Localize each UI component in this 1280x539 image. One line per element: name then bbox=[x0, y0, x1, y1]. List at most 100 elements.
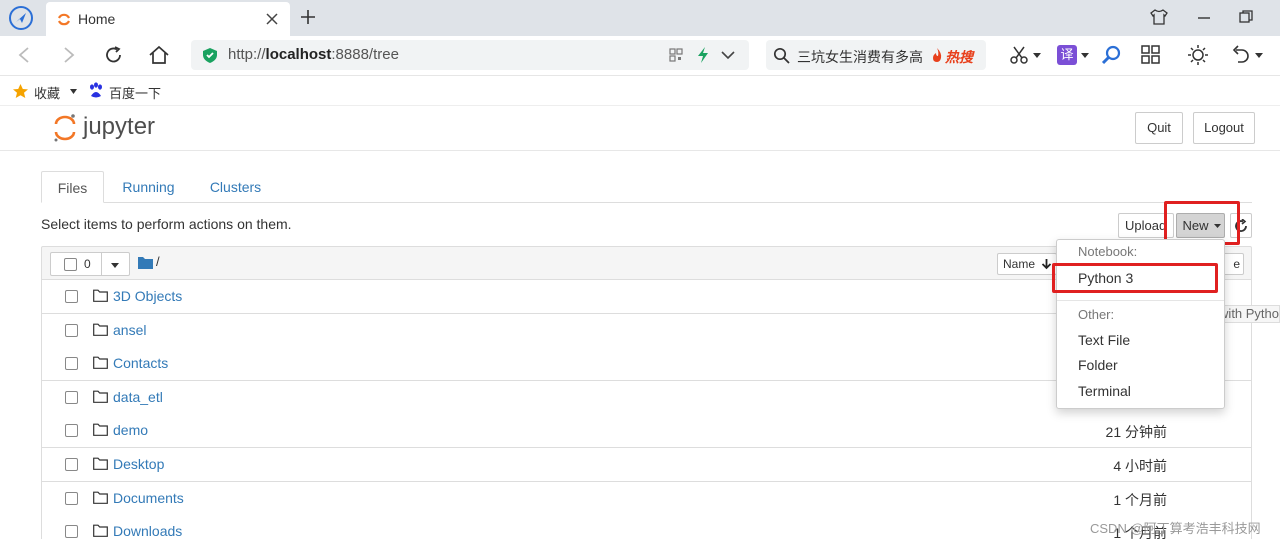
file-name-link[interactable]: Contacts bbox=[113, 355, 168, 371]
jupyter-header: jupyter Quit Logout bbox=[0, 107, 1280, 151]
select-all-checkbox[interactable] bbox=[64, 258, 77, 271]
folder-icon bbox=[93, 323, 108, 336]
file-name-link[interactable]: data_etl bbox=[113, 389, 163, 405]
row-checkbox[interactable] bbox=[65, 525, 78, 539]
bookmarks-bar: 收藏 百度一下 bbox=[0, 77, 1280, 106]
search-suggestion-text: 三坑女生消费有多高 bbox=[797, 49, 923, 65]
search-icon bbox=[773, 47, 790, 64]
navigation-compass-icon[interactable] bbox=[7, 5, 35, 31]
url-text: http://localhost:8888/tree bbox=[228, 46, 399, 63]
file-name-link[interactable]: ansel bbox=[113, 322, 146, 338]
row-checkbox[interactable] bbox=[65, 491, 78, 505]
menu-item-terminal[interactable]: Terminal bbox=[1057, 379, 1224, 403]
row-checkbox[interactable] bbox=[65, 424, 78, 438]
folder-icon bbox=[93, 457, 108, 470]
navigation-bar: http://localhost:8888/tree 三坑女生消费有多高 热搜 … bbox=[0, 36, 1280, 76]
apps-grid-icon[interactable] bbox=[1141, 45, 1161, 65]
jupyter-favicon-icon bbox=[58, 13, 70, 26]
menu-item-folder[interactable]: Folder bbox=[1057, 353, 1224, 377]
hot-search-label: 热搜 bbox=[945, 49, 973, 65]
highlight-python3-item bbox=[1052, 263, 1218, 293]
table-row[interactable]: Documents 1 个月前 bbox=[41, 481, 1252, 516]
logout-button[interactable]: Logout bbox=[1193, 112, 1255, 144]
notebook-section-header: Notebook: bbox=[1078, 244, 1138, 259]
baidu-paw-icon bbox=[90, 82, 102, 98]
quit-button[interactable]: Quit bbox=[1135, 112, 1183, 144]
select-instructions: Select items to perform actions on them. bbox=[41, 216, 292, 232]
back-arrow-icon[interactable] bbox=[17, 46, 31, 64]
file-name-link[interactable]: demo bbox=[113, 422, 148, 438]
home-icon[interactable] bbox=[148, 45, 170, 65]
folder-icon bbox=[93, 491, 108, 504]
chevron-down-small-icon[interactable] bbox=[70, 89, 77, 94]
file-name-link[interactable]: 3D Objects bbox=[113, 288, 182, 304]
search-box[interactable]: 三坑女生消费有多高 热搜 bbox=[766, 40, 986, 70]
file-name-link[interactable]: Downloads bbox=[113, 523, 182, 539]
secure-shield-icon bbox=[203, 48, 217, 63]
folder-icon bbox=[93, 524, 108, 538]
lightning-speed-icon[interactable] bbox=[696, 46, 710, 64]
scissors-screenshot-icon[interactable] bbox=[1009, 45, 1029, 65]
file-name-link[interactable]: Documents bbox=[113, 490, 184, 506]
chevron-down-small-icon[interactable] bbox=[1255, 53, 1263, 58]
row-checkbox[interactable] bbox=[65, 323, 78, 337]
file-name-link[interactable]: Desktop bbox=[113, 456, 164, 472]
star-favorites-icon bbox=[13, 84, 28, 98]
browser-tab-home[interactable]: Home bbox=[46, 2, 290, 36]
folder-icon bbox=[93, 390, 108, 403]
jupyter-logo-icon[interactable] bbox=[53, 113, 77, 143]
bookmark-baidu[interactable]: 百度一下 bbox=[109, 83, 161, 102]
folder-icon bbox=[93, 356, 108, 370]
folder-icon bbox=[93, 289, 108, 302]
selected-count: 0 bbox=[84, 257, 91, 271]
flame-hot-icon bbox=[933, 48, 942, 62]
chevron-down-small-icon[interactable] bbox=[1033, 53, 1041, 58]
row-checkbox[interactable] bbox=[65, 390, 78, 404]
tab-running[interactable]: Running bbox=[111, 171, 186, 203]
row-checkbox[interactable] bbox=[65, 290, 78, 303]
tab-clusters[interactable]: Clusters bbox=[198, 171, 273, 203]
menu-item-text-file[interactable]: Text File bbox=[1057, 328, 1224, 352]
chevron-down-icon[interactable] bbox=[721, 50, 735, 60]
translate-button[interactable]: 译 bbox=[1057, 45, 1077, 65]
file-modified: 1 个月前 bbox=[1113, 491, 1167, 508]
folder-solid-icon[interactable] bbox=[138, 256, 153, 269]
tab-bar: Home bbox=[0, 0, 1280, 36]
row-checkbox[interactable] bbox=[65, 458, 78, 471]
caret-down-icon[interactable] bbox=[111, 263, 119, 268]
row-checkbox[interactable] bbox=[65, 357, 78, 371]
address-bar[interactable]: http://localhost:8888/tree bbox=[191, 40, 749, 70]
shirt-skin-icon[interactable] bbox=[1150, 9, 1168, 25]
breadcrumb-root[interactable]: / bbox=[156, 254, 160, 269]
file-modified: 21 分钟前 bbox=[1105, 424, 1167, 441]
menu-divider bbox=[1057, 300, 1224, 301]
undo-arrow-icon[interactable] bbox=[1230, 45, 1250, 65]
close-tab-icon[interactable] bbox=[266, 13, 278, 25]
sort-name-button[interactable]: Name bbox=[997, 253, 1057, 275]
table-row[interactable]: Downloads 1 个月前 bbox=[41, 515, 1252, 539]
jupyter-logo-text: jupyter bbox=[83, 113, 156, 140]
forward-arrow-icon[interactable] bbox=[62, 46, 76, 64]
group-divider bbox=[101, 253, 102, 275]
file-modified: 4 小时前 bbox=[1113, 458, 1167, 474]
table-row[interactable]: demo 21 分钟前 bbox=[41, 414, 1252, 449]
tab-title: Home bbox=[78, 11, 116, 27]
bookmark-favorites[interactable]: 收藏 bbox=[34, 83, 60, 102]
sort-modified-button[interactable]: e bbox=[1222, 253, 1244, 275]
minimize-icon[interactable] bbox=[1196, 9, 1212, 25]
qr-code-icon[interactable] bbox=[669, 48, 683, 62]
reload-icon[interactable] bbox=[104, 45, 124, 65]
restore-window-icon[interactable] bbox=[1238, 9, 1254, 25]
brightness-sun-icon[interactable] bbox=[1187, 44, 1209, 66]
table-row[interactable]: Desktop 4 小时前 bbox=[41, 448, 1252, 482]
new-tab-plus-icon[interactable] bbox=[300, 9, 316, 25]
select-all-group[interactable]: 0 bbox=[50, 252, 130, 276]
chevron-down-small-icon[interactable] bbox=[1081, 53, 1089, 58]
other-section-header: Other: bbox=[1078, 307, 1115, 322]
tab-files[interactable]: Files bbox=[41, 171, 104, 203]
browser-window: Home http://localhost:8888/tree 三坑女生消费有多… bbox=[0, 0, 1280, 539]
arrow-down-icon bbox=[1041, 259, 1052, 270]
magnifier-find-icon[interactable] bbox=[1101, 44, 1123, 66]
translate-icon: 译 bbox=[1060, 47, 1074, 62]
sort-name-label: Name bbox=[1003, 257, 1036, 271]
